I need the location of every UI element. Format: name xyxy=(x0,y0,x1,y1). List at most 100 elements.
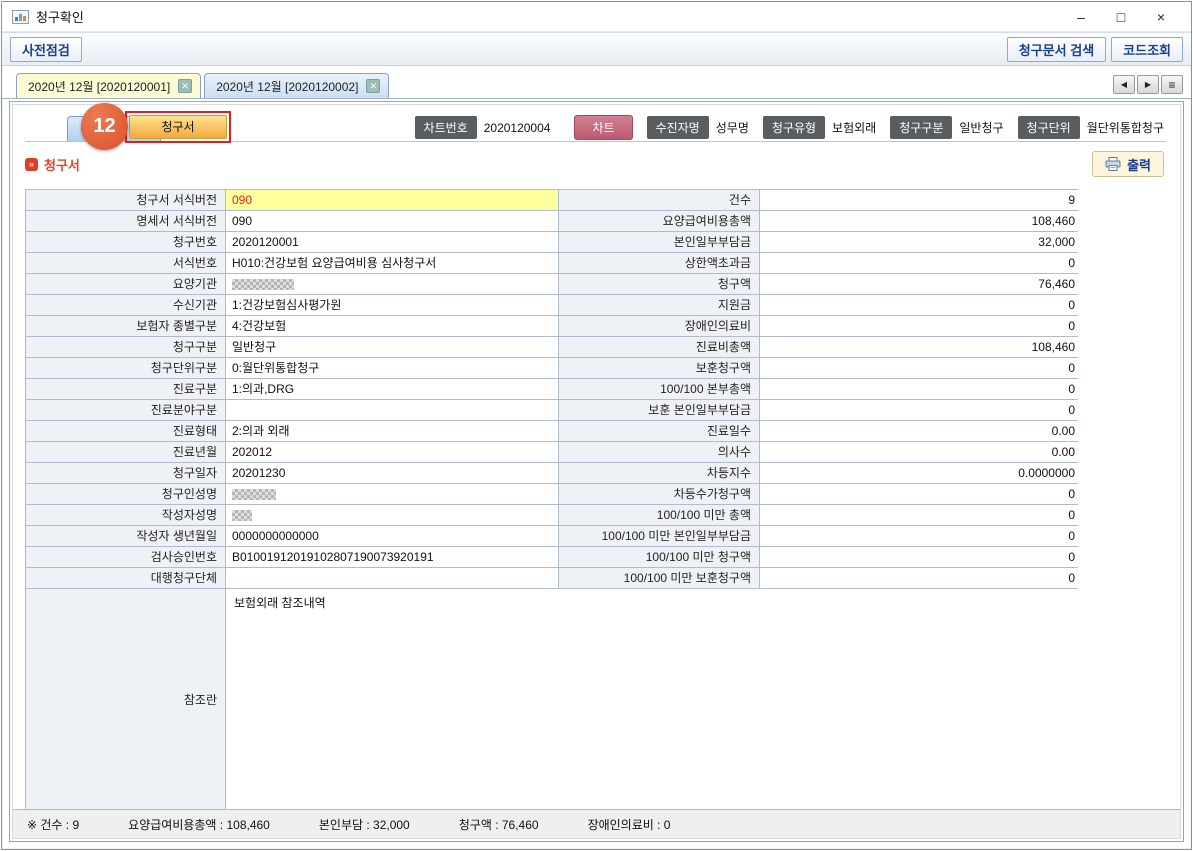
month-tab-1[interactable]: 2020년 12월 [2020120001] ✕ xyxy=(16,73,201,98)
app-icon xyxy=(12,10,29,24)
form-label-cell: 요양기관 xyxy=(26,274,225,294)
form-value-cell[interactable]: 090 xyxy=(226,211,558,231)
form-label-cell: 청구액 xyxy=(559,274,759,294)
form-value-cell[interactable]: 1:건강보험심사평가원 xyxy=(226,295,558,315)
form-value-cell[interactable]: 0.0000000 xyxy=(760,463,1081,483)
form-value-cell[interactable] xyxy=(226,274,558,294)
form-label-cell: 100/100 미만 총액 xyxy=(559,505,759,525)
form-label-cell: 진료분야구분 xyxy=(26,400,225,420)
status-item: ※ 건수 : 9 xyxy=(27,816,79,833)
form-value-cell[interactable]: 202012 xyxy=(226,442,558,462)
form-label-cell: 작성자 생년월일 xyxy=(26,526,225,546)
section-bullet-icon: » xyxy=(25,158,38,171)
toolbar-right-group: 청구문서 검색 코드조회 xyxy=(1007,37,1183,62)
form-label-cell: 100/100 미만 청구액 xyxy=(559,547,759,567)
form-label-cell: 진료일수 xyxy=(559,421,759,441)
form-value-cell[interactable]: 1:의과,DRG xyxy=(226,379,558,399)
app-window: 청구확인 – □ × 사전점검 청구문서 검색 코드조회 2020년 12월 [… xyxy=(1,1,1192,850)
form-value-cell[interactable]: 0 xyxy=(760,316,1081,336)
form-label-cell: 지원금 xyxy=(559,295,759,315)
precheck-button[interactable]: 사전점검 xyxy=(10,37,82,62)
form-label-cell: 보험자 종별구분 xyxy=(26,316,225,336)
claim-type-badge: 청구유형 xyxy=(763,116,825,139)
chart-button[interactable]: 차트 xyxy=(574,115,632,140)
form-value-cell[interactable]: 0 xyxy=(760,568,1081,588)
month-tab-2-label: 2020년 12월 [2020120002] xyxy=(216,78,358,95)
form-value-cell[interactable]: 0 xyxy=(760,253,1081,273)
form-label-cell: 장애인의료비 xyxy=(559,316,759,336)
form-label-cell: 명세서 서식버전 xyxy=(26,211,225,231)
form-value-cell[interactable]: 일반청구 xyxy=(226,337,558,357)
print-button-label: 출력 xyxy=(1127,155,1151,174)
tab-scroll-left-icon[interactable]: ◀ xyxy=(1113,75,1135,94)
window-title: 청구확인 xyxy=(36,7,84,26)
status-item: 본인부담 : 32,000 xyxy=(319,816,410,833)
form-value-cell[interactable]: 0 xyxy=(760,526,1081,546)
form-value-cell[interactable] xyxy=(226,400,558,420)
tab-close-icon[interactable]: ✕ xyxy=(366,79,380,93)
claim-doc-search-button[interactable]: 청구문서 검색 xyxy=(1007,37,1106,62)
form-value-cell[interactable]: 32,000 xyxy=(760,232,1081,252)
maximize-button[interactable]: □ xyxy=(1101,4,1141,30)
form-label-cell: 검사승인번호 xyxy=(26,547,225,567)
claim-unit-value: 월단위통합청구 xyxy=(1087,119,1164,136)
form-value-cell[interactable]: B01001912019102807190073920191 xyxy=(226,547,558,567)
redacted-value xyxy=(232,489,276,500)
form-value-cell[interactable]: H010:건강보험 요양급여비용 심사청구서 xyxy=(226,253,558,273)
form-value-cell[interactable]: 090 xyxy=(226,190,558,210)
form-label-cell: 청구일자 xyxy=(26,463,225,483)
tab-list-icon[interactable]: ≡ xyxy=(1161,75,1183,94)
form-label-cell: 대행청구단체 xyxy=(26,568,225,588)
form-value-cell[interactable]: 0.00 xyxy=(760,421,1081,441)
form-value-cell[interactable]: 2:의과 외래 xyxy=(226,421,558,441)
chart-no-value: 2020120004 xyxy=(484,121,551,135)
form-value-cell[interactable]: 0000000000000 xyxy=(226,526,558,546)
chart-no-badge: 차트번호 xyxy=(415,116,477,139)
status-item: 장애인의료비 : 0 xyxy=(588,816,671,833)
print-button[interactable]: 출력 xyxy=(1092,151,1164,177)
form-value-cell[interactable]: 0 xyxy=(760,484,1081,504)
form-label-cell: 서식번호 xyxy=(26,253,225,273)
claim-type-value: 보험외래 xyxy=(832,119,876,136)
form-value-cell[interactable]: 0.00 xyxy=(760,442,1081,462)
form-value-cell[interactable]: 0:월단위통합청구 xyxy=(226,358,558,378)
form-label-cell: 상한액초과금 xyxy=(559,253,759,273)
form-value-cell[interactable]: 9 xyxy=(760,190,1081,210)
form-label-cell: 차등수가청구액 xyxy=(559,484,759,504)
month-tab-2[interactable]: 2020년 12월 [2020120002] ✕ xyxy=(204,73,389,98)
tab-close-icon[interactable]: ✕ xyxy=(178,79,192,93)
form-value-cell[interactable]: 108,460 xyxy=(760,211,1081,231)
form-label-cell: 100/100 미만 보훈청구액 xyxy=(559,568,759,588)
form-value-cell[interactable]: 0 xyxy=(760,358,1081,378)
form-value-cell[interactable] xyxy=(226,505,558,525)
form-value-cell[interactable]: 76,460 xyxy=(760,274,1081,294)
header-fields: 차트번호 2020120004 차트 수진자명 성무명 청구유형 보험외래 청구… xyxy=(415,115,1164,140)
form-value-cell[interactable]: 0 xyxy=(760,400,1081,420)
form-value-cell[interactable]: 2020120001 xyxy=(226,232,558,252)
form-value-cell[interactable]: 108,460 xyxy=(760,337,1081,357)
code-lookup-button[interactable]: 코드조회 xyxy=(1111,37,1183,62)
form-label-cell: 작성자성명 xyxy=(26,505,225,525)
form-value-cell[interactable]: 0 xyxy=(760,379,1081,399)
panel-inner: 명 12 청구서 차트번호 2020120004 차트 수진자명 성무명 청구유… xyxy=(12,104,1181,839)
form-value-cell[interactable]: 0 xyxy=(760,505,1081,525)
tab-scroll-right-icon[interactable]: ▶ xyxy=(1137,75,1159,94)
window-controls: – □ × xyxy=(1061,4,1181,30)
form-value-cell[interactable]: 20201230 xyxy=(226,463,558,483)
tab-cheongguseo[interactable]: 청구서 xyxy=(129,115,227,139)
title-bar: 청구확인 – □ × xyxy=(2,2,1191,32)
form-ref-value-cell[interactable]: 보험외래 참조내역 xyxy=(226,589,1081,810)
form-value-cell[interactable]: 0 xyxy=(760,295,1081,315)
form-label-cell: 청구서 서식버전 xyxy=(26,190,225,210)
form-value-cell[interactable] xyxy=(226,568,558,588)
form-value-cell[interactable]: 4:건강보험 xyxy=(226,316,558,336)
form-value-cell[interactable]: 0 xyxy=(760,547,1081,567)
form-label-cell: 수신기관 xyxy=(26,295,225,315)
redacted-value xyxy=(232,510,252,521)
form-label-cell: 청구인성명 xyxy=(26,484,225,504)
close-button[interactable]: × xyxy=(1141,4,1181,30)
claim-form-table: 청구서 서식버전090건수9명세서 서식버전090요양급여비용총액108,460… xyxy=(25,189,1078,811)
minimize-button[interactable]: – xyxy=(1061,4,1101,30)
form-label-cell: 100/100 미만 본인일부부담금 xyxy=(559,526,759,546)
form-value-cell[interactable] xyxy=(226,484,558,504)
